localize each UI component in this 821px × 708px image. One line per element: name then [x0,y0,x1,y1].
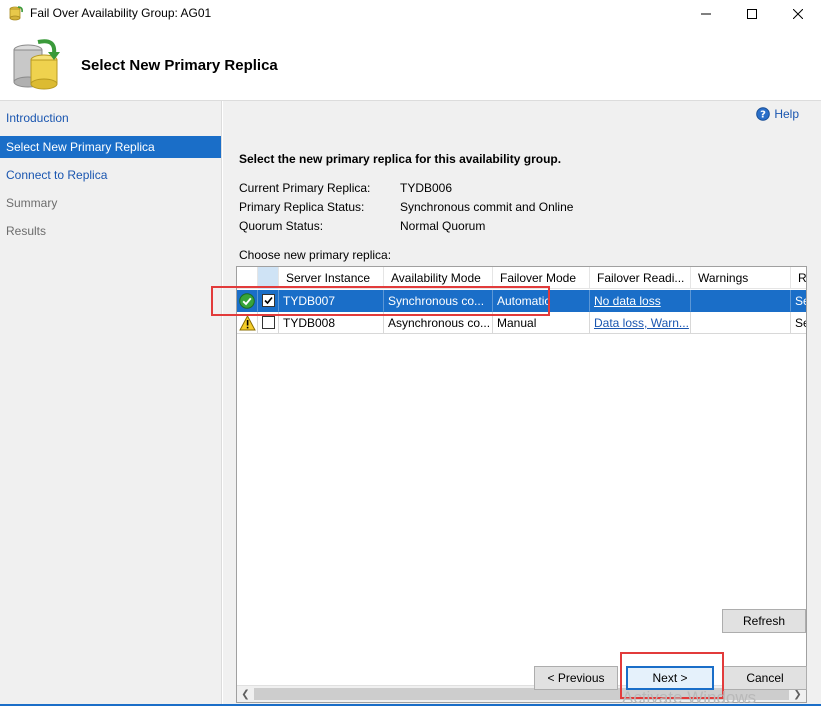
title-bar: Fail Over Availability Group: AG01 [0,0,821,27]
next-button[interactable]: Next > [626,666,714,690]
grid-header-failover-mode[interactable]: Failover Mode [493,267,590,289]
failover-mode-cell: Manual [493,312,590,334]
refresh-label: Refresh [742,614,786,628]
server-instance-cell: TYDB007 [279,290,384,312]
refresh-button[interactable]: Refresh [722,609,806,633]
table-row[interactable]: TYDB008 Asynchronous co... Manual Data l… [237,312,806,334]
minimize-icon [701,13,711,14]
grid-header-status [237,267,258,289]
warnings-cell [691,312,791,334]
warning-icon [239,315,256,331]
wizard-sidebar: Introduction Select New Primary Replica … [0,101,222,705]
grid-header-failover-readiness[interactable]: Failover Readi... [590,267,691,289]
chevron-left-icon: ❮ [241,689,250,700]
row-status-cell [237,312,258,334]
replica-checkbox[interactable] [262,294,275,307]
role-cell: Se [791,312,806,334]
quorum-status-label: Quorum Status: [239,219,324,233]
replica-checkbox[interactable] [262,316,275,329]
help-label: Help [774,107,799,121]
cancel-button[interactable]: Cancel [723,666,807,690]
help-link[interactable]: ? Help [756,107,799,121]
server-instance-cell: TYDB008 [279,312,384,334]
sidebar-item-introduction[interactable]: Introduction [0,107,221,129]
database-failover-icon [13,39,60,90]
maximize-icon [747,8,757,19]
availability-group-icon [9,6,23,21]
warnings-cell [691,290,791,312]
svg-text:?: ? [760,110,766,121]
quorum-status-value: Normal Quorum [400,219,486,233]
failover-readiness-cell: Data loss, Warn... [590,312,691,334]
checkmark-icon [264,296,273,305]
maximize-button[interactable] [729,0,775,27]
grid-header-warnings[interactable]: Warnings [691,267,791,289]
wizard-header: Select New Primary Replica [0,27,821,101]
close-icon [793,8,803,19]
wizard-content: ? Help Select the new primary replica fo… [223,101,821,705]
current-primary-replica-label: Current Primary Replica: [239,181,371,195]
table-row[interactable]: TYDB007 Synchronous co... Automatic No d… [237,290,806,312]
grid-header: Server Instance Availability Mode Failov… [237,267,806,289]
sidebar-item-summary: Summary [6,196,58,210]
minimize-button[interactable] [683,0,729,27]
help-icon: ? [756,107,771,121]
sidebar-item-select-new-primary-replica[interactable]: Select New Primary Replica [0,136,221,158]
close-button[interactable] [775,0,821,27]
chevron-right-icon: ❯ [793,689,802,700]
check-circle-icon [239,293,255,309]
previous-label: < Previous [547,671,605,685]
cancel-label: Cancel [746,671,784,685]
sidebar-item-results: Results [6,224,47,238]
row-status-cell [237,290,258,312]
availability-mode-cell: Synchronous co... [384,290,493,312]
instruction-text: Select the new primary replica for this … [239,152,562,166]
choose-replica-label: Choose new primary replica: [239,248,392,262]
primary-replica-status-value: Synchronous commit and Online [400,200,574,214]
next-label: Next > [652,671,688,685]
sidebar-item-connect-to-replica[interactable]: Connect to Replica [0,164,221,186]
grid-header-availability-mode[interactable]: Availability Mode [384,267,493,289]
replica-grid[interactable]: Server Instance Availability Mode Failov… [236,266,807,703]
role-cell: Se [791,290,806,312]
primary-replica-status-label: Primary Replica Status: [239,200,365,214]
grid-header-role[interactable]: R [791,267,806,289]
window-title: Fail Over Availability Group: AG01 [30,6,212,20]
scroll-left-button[interactable]: ❮ [237,686,254,702]
failover-readiness-link[interactable]: Data loss, Warn... [594,316,689,330]
row-checkbox-cell[interactable] [258,290,279,312]
grid-header-checkbox[interactable] [258,267,279,289]
row-checkbox-cell[interactable] [258,312,279,334]
page-title: Select New Primary Replica [81,57,278,74]
failover-mode-cell: Automatic [493,290,590,312]
availability-mode-cell: Asynchronous co... [384,312,493,334]
failover-readiness-link[interactable]: No data loss [594,294,661,308]
grid-header-server-instance[interactable]: Server Instance [279,267,384,289]
failover-readiness-cell: No data loss [590,290,691,312]
previous-button[interactable]: < Previous [534,666,618,690]
current-primary-replica-value: TYDB006 [400,181,453,195]
